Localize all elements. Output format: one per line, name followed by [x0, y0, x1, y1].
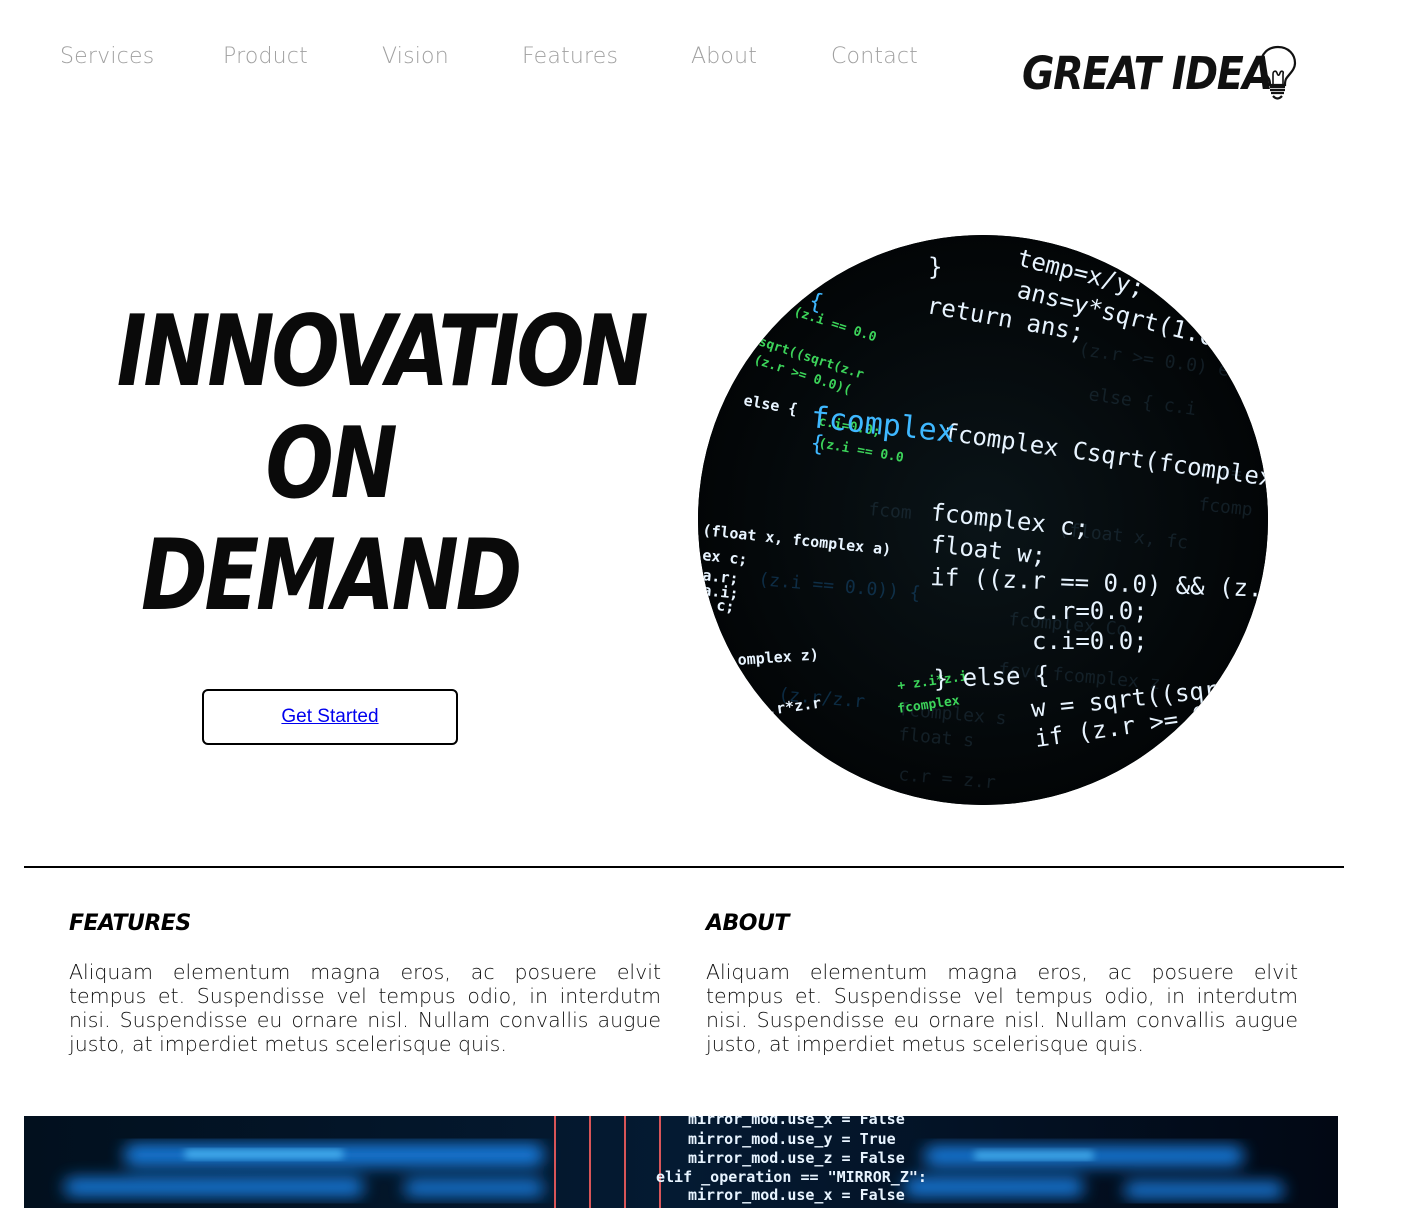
- nav-link-vision[interactable]: Vision: [382, 44, 449, 69]
- nav-link-features[interactable]: Features: [522, 44, 618, 69]
- hero-code-image: (z.r >= 0.0) else else { c.i c.r= fcomp …: [698, 235, 1268, 805]
- about-body: Aliquam elementum magna eros, ac posuere…: [706, 960, 1298, 1056]
- about-section: ABOUT Aliquam elementum magna eros, ac p…: [706, 908, 1298, 1056]
- hero-title-line: DEMAND: [140, 519, 522, 633]
- svg-text:mirror_mod.use_z = False: mirror_mod.use_z = False: [688, 1149, 905, 1167]
- svg-text:c;: c;: [716, 596, 736, 616]
- banner-graphic: mirror_mod.use_x = False mirror_mod.use_…: [24, 1116, 1338, 1208]
- top-navigation: Services Product Vision Features About C…: [0, 0, 1428, 120]
- lightbulb-icon: [1259, 45, 1297, 100]
- features-section: FEATURES Aliquam elementum magna eros, a…: [69, 908, 661, 1056]
- svg-text:c.i=0.0;: c.i=0.0;: [1032, 627, 1148, 655]
- brand-logo[interactable]: GREAT IDEA: [1022, 44, 1306, 104]
- hero-title-line: INNOVATION: [116, 295, 649, 409]
- svg-text:}: }: [928, 253, 942, 281]
- section-divider: [24, 866, 1344, 868]
- nav-link-services[interactable]: Services: [60, 44, 154, 69]
- nav-link-contact[interactable]: Contact: [831, 44, 918, 69]
- svg-text:mirror_mod.use_x = False: mirror_mod.use_x = False: [688, 1116, 905, 1128]
- svg-text:mirror_mod.use_x = False: mirror_mod.use_x = False: [688, 1186, 905, 1204]
- hero-title: INNOVATION ON DEMAND: [70, 295, 649, 633]
- code-banner-image: mirror_mod.use_x = False mirror_mod.use_…: [24, 1116, 1338, 1208]
- brand-logo-text: GREAT IDEA: [1022, 47, 1273, 100]
- hero-title-line: ON: [265, 407, 397, 521]
- svg-text:elif _operation == "MIRROR_Z":: elif _operation == "MIRROR_Z":: [656, 1168, 927, 1186]
- get-started-button[interactable]: Get Started: [202, 689, 458, 745]
- features-body: Aliquam elementum magna eros, ac posuere…: [69, 960, 661, 1056]
- svg-text:{: {: [809, 431, 825, 457]
- svg-text:c.r=0.0;: c.r=0.0;: [1032, 597, 1148, 625]
- features-heading: FEATURES: [69, 911, 191, 936]
- svg-text:} else {: } else {: [933, 661, 1050, 693]
- nav-link-about[interactable]: About: [691, 44, 757, 69]
- code-image-graphic: (z.r >= 0.0) else else { c.i c.r= fcomp …: [698, 235, 1268, 805]
- svg-text:mirror_mod.use_y = True: mirror_mod.use_y = True: [688, 1130, 896, 1148]
- svg-text:fcom: fcom: [868, 499, 913, 524]
- about-heading: ABOUT: [706, 911, 789, 936]
- nav-link-product[interactable]: Product: [223, 44, 308, 69]
